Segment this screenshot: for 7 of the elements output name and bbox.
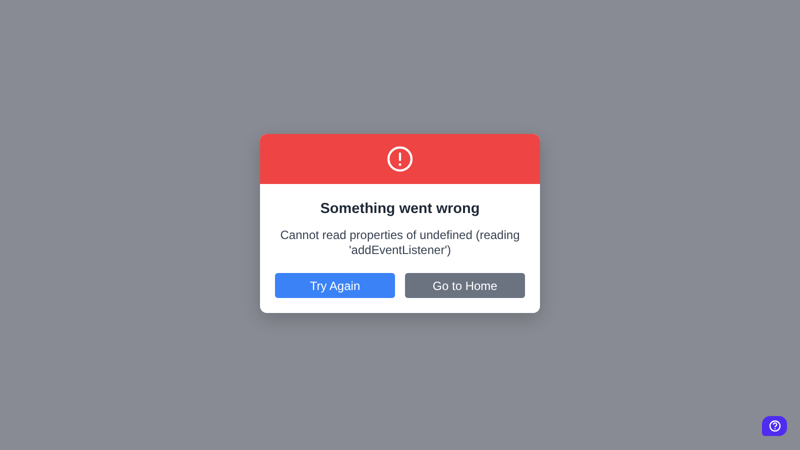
help-button[interactable]: [762, 416, 787, 436]
dialog-title: Something went wrong: [319, 201, 481, 217]
try-again-button[interactable]: Try Again: [275, 273, 395, 298]
help-icon: [768, 420, 780, 432]
alert-icon: [387, 146, 413, 172]
error-message: Cannot read properties of undefined (reading 'addEventListener'): [279, 228, 521, 258]
home-button[interactable]: Go to Home: [405, 273, 525, 298]
